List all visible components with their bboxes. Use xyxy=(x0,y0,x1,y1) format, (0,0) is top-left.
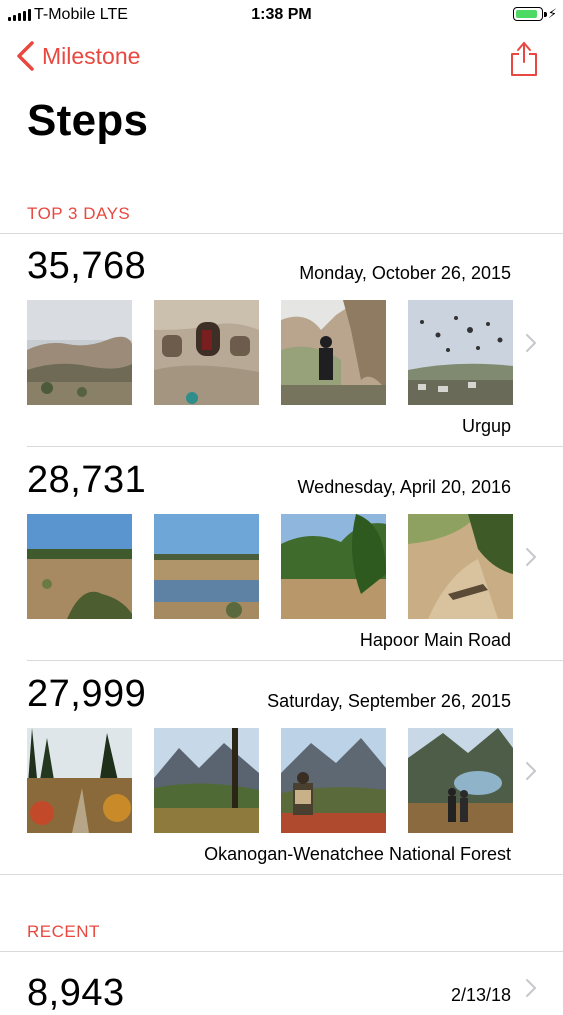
chevron-right-icon xyxy=(526,334,536,352)
battery-level-fill xyxy=(516,10,537,18)
top-day-row[interactable]: 28,731 Wednesday, April 20, 2016 Hapoor … xyxy=(0,447,563,660)
section-header-recent: RECENT xyxy=(27,922,100,941)
page-title: Steps xyxy=(27,96,149,145)
step-count: 28,731 xyxy=(27,459,147,501)
battery-icon xyxy=(513,7,543,21)
status-time: 1:38 PM xyxy=(251,6,312,23)
photo-strip xyxy=(27,728,513,833)
location-label: Urgup xyxy=(461,416,511,436)
alpine-lake-couple-photo[interactable] xyxy=(408,728,513,833)
day-date: Monday, October 26, 2015 xyxy=(299,263,511,283)
photo-strip xyxy=(27,300,513,405)
location-label: Hapoor Main Road xyxy=(359,630,511,650)
lake-shore-photo[interactable] xyxy=(154,514,259,619)
share-icon[interactable] xyxy=(509,38,539,78)
battery-tip xyxy=(544,12,547,17)
trees-path-photo[interactable] xyxy=(281,514,386,619)
step-count: 35,768 xyxy=(27,245,147,287)
day-date: Wednesday, April 20, 2016 xyxy=(297,477,511,497)
photo-strip xyxy=(27,514,513,619)
hot-air-balloons-photo[interactable] xyxy=(408,300,513,405)
chevron-right-icon xyxy=(526,762,536,780)
chevron-right-icon xyxy=(526,979,536,997)
day-date: 2/13/18 xyxy=(450,985,511,1005)
top-day-row[interactable]: 27,999 Saturday, September 26, 2015 Okan… xyxy=(0,661,563,874)
charging-bolt-icon: ⚡︎ xyxy=(547,6,557,21)
section-divider xyxy=(0,874,563,875)
section-header-top-days: TOP 3 DAYS xyxy=(27,204,131,223)
mountain-meadow-photo[interactable] xyxy=(154,728,259,833)
chevron-right-icon xyxy=(526,548,536,566)
dirt-path-tree-photo[interactable] xyxy=(408,514,513,619)
forest-trail-photo[interactable] xyxy=(27,728,132,833)
hiker-mountains-photo[interactable] xyxy=(281,728,386,833)
day-date: Saturday, September 26, 2015 xyxy=(267,691,511,711)
cave-dwelling-photo[interactable] xyxy=(154,300,259,405)
top-day-row[interactable]: 35,768 Monday, October 26, 2015 Urgup xyxy=(0,233,563,446)
valley-landscape-photo[interactable] xyxy=(27,300,132,405)
status-bar: T-Mobile LTE 1:38 PM ⚡︎ xyxy=(0,0,563,30)
rock-formation-person-photo[interactable] xyxy=(281,300,386,405)
step-count: 8,943 xyxy=(27,972,125,1014)
back-button-label: Milestone xyxy=(42,42,141,69)
recent-day-row[interactable]: 8,943 2/13/18 xyxy=(0,952,563,1014)
dry-field-photo[interactable] xyxy=(27,514,132,619)
back-button[interactable]: Milestone xyxy=(14,40,140,72)
chevron-left-icon xyxy=(17,41,34,71)
step-count: 27,999 xyxy=(27,673,147,715)
location-label: Okanogan-Wenatchee National Forest xyxy=(204,844,511,864)
